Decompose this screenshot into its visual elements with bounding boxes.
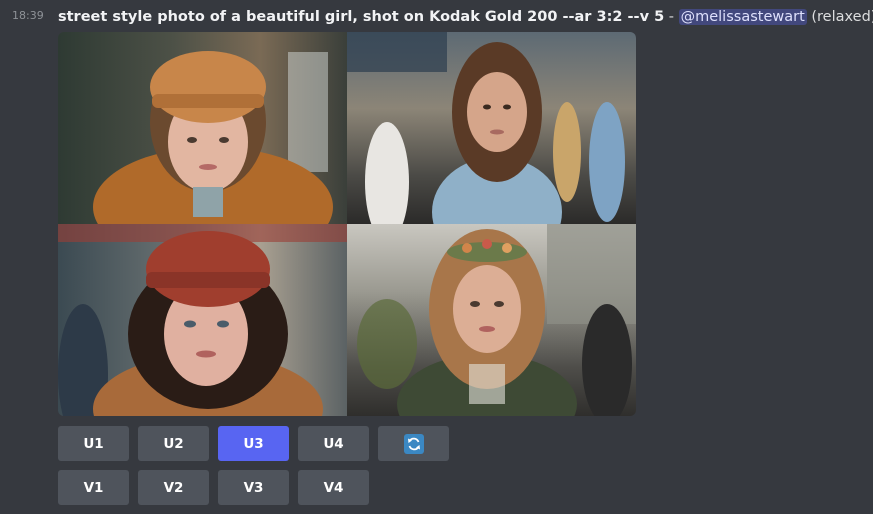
- separator: -: [664, 9, 679, 25]
- reroll-icon: [403, 433, 424, 454]
- image-4[interactable]: [347, 224, 636, 416]
- variation-2-button[interactable]: V2: [138, 470, 209, 505]
- girl-denim-shirt-street-photo: [347, 32, 625, 224]
- action-buttons: U1 U2 U3 U4 V1 V2 V3 V4: [58, 426, 449, 514]
- variation-1-button[interactable]: V1: [58, 470, 129, 505]
- mode-label: (relaxed): [806, 9, 873, 25]
- upscale-3-button[interactable]: U3: [218, 426, 289, 461]
- user-mention[interactable]: @melissastewart: [678, 9, 807, 25]
- girl-red-hat-curly-hair-photo: [58, 224, 347, 416]
- message-timestamp: 18:39: [12, 9, 44, 22]
- girl-flower-crown-photo: [357, 224, 636, 416]
- variation-row: V1 V2 V3 V4: [58, 470, 449, 505]
- image-3[interactable]: [58, 224, 347, 416]
- upscale-row: U1 U2 U3 U4: [58, 426, 449, 461]
- upscale-2-button[interactable]: U2: [138, 426, 209, 461]
- girl-beige-hat-photo: [93, 51, 333, 224]
- variation-4-button[interactable]: V4: [298, 470, 369, 505]
- upscale-4-button[interactable]: U4: [298, 426, 369, 461]
- prompt-text: street style photo of a beautiful girl, …: [58, 9, 665, 25]
- image-1[interactable]: [58, 32, 347, 224]
- image-grid[interactable]: [58, 32, 636, 416]
- message-header: street style photo of a beautiful girl, …: [58, 6, 873, 28]
- reroll-button[interactable]: [378, 426, 449, 461]
- upscale-1-button[interactable]: U1: [58, 426, 129, 461]
- variation-3-button[interactable]: V3: [218, 470, 289, 505]
- image-2[interactable]: [347, 32, 636, 224]
